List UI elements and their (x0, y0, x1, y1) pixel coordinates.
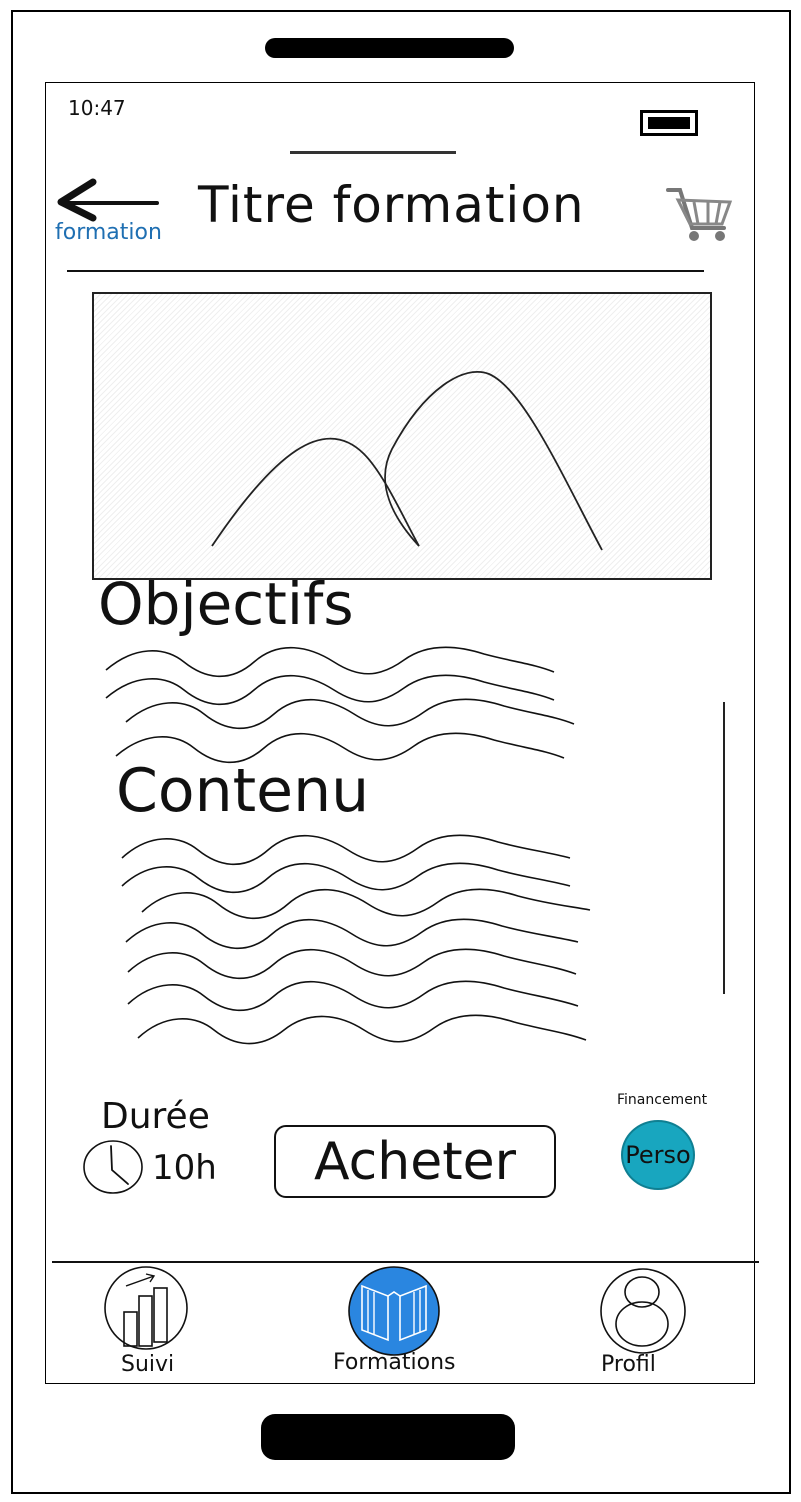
back-arrow-icon[interactable] (55, 178, 163, 222)
status-time: 10:47 (68, 96, 126, 120)
content-heading: Contenu (116, 756, 370, 826)
course-image (92, 292, 712, 580)
back-link-label[interactable]: formation (55, 220, 162, 245)
buy-button[interactable]: Acheter (274, 1125, 556, 1198)
page-title: Titre formation (198, 176, 585, 234)
person-icon (600, 1268, 686, 1354)
duration-label: Durée (101, 1096, 210, 1137)
book-icon (348, 1266, 440, 1356)
tab-bar-divider (52, 1261, 759, 1263)
funding-badge[interactable]: Perso (621, 1120, 695, 1190)
chart-icon (104, 1266, 188, 1350)
mountain-image-icon (211, 371, 603, 551)
scrollbar[interactable] (723, 702, 725, 994)
drag-handle[interactable] (290, 151, 456, 154)
tab-suivi-label[interactable]: Suivi (121, 1352, 174, 1377)
header-divider (67, 270, 704, 272)
clock-icon (83, 1140, 143, 1194)
phone-speaker (265, 38, 514, 58)
content-text-placeholder (121, 834, 591, 1045)
home-button[interactable] (261, 1414, 515, 1460)
objectives-heading: Objectifs (98, 570, 354, 638)
tab-formations-label[interactable]: Formations (333, 1350, 456, 1375)
funding-label: Financement (617, 1092, 708, 1108)
tab-profil[interactable] (600, 1268, 686, 1354)
cart-icon[interactable] (664, 184, 736, 244)
tab-suivi[interactable] (104, 1266, 188, 1350)
battery-icon (640, 110, 698, 136)
tab-profil-label[interactable]: Profil (601, 1352, 656, 1377)
tab-formations[interactable] (348, 1266, 440, 1356)
objectives-text-placeholder (105, 646, 575, 764)
duration-value: 10h (152, 1148, 217, 1188)
